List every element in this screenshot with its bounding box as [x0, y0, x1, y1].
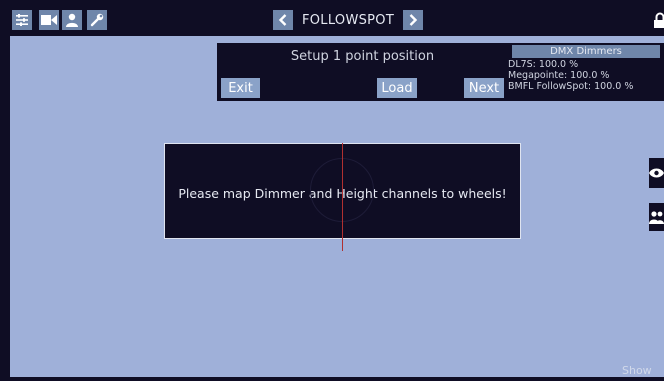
setup-title: Setup 1 point position	[290, 49, 435, 64]
user-icon[interactable]	[62, 10, 82, 30]
dmx-row: DL7S: 100.0 %	[508, 59, 579, 70]
load-button[interactable]: Load	[377, 78, 417, 98]
video-camera-icon[interactable]	[39, 10, 59, 30]
dmx-dimmers-panel: DMX Dimmers DL7S: 100.0 % Megapointe: 10…	[508, 43, 664, 101]
next-page-button[interactable]	[403, 10, 424, 30]
prev-button[interactable]	[273, 10, 293, 30]
title-switcher: FOLLOWSPOT	[273, 8, 424, 32]
chevron-right-icon	[409, 14, 418, 26]
bottom-frame	[0, 377, 664, 381]
dmx-row: Megapointe: 100.0 %	[508, 70, 610, 81]
left-frame	[0, 0, 10, 381]
page-title: FOLLOWSPOT	[302, 12, 395, 28]
exit-button[interactable]: Exit	[221, 78, 260, 98]
top-toolbar: FOLLOWSPOT	[10, 0, 664, 36]
sliders-icon[interactable]	[12, 10, 32, 30]
show-label[interactable]: Show	[622, 364, 652, 377]
users-icon[interactable]	[649, 203, 664, 231]
eye-icon[interactable]	[649, 158, 664, 188]
crosshair-line	[342, 143, 343, 251]
lock-icon[interactable]	[652, 11, 664, 31]
dmx-dimmers-title: DMX Dimmers	[512, 45, 660, 58]
next-button[interactable]: Next	[464, 78, 504, 98]
chevron-left-icon	[278, 14, 287, 26]
wrench-icon[interactable]	[87, 10, 107, 30]
dmx-row: BMFL FollowSpot: 100.0 %	[508, 81, 634, 92]
